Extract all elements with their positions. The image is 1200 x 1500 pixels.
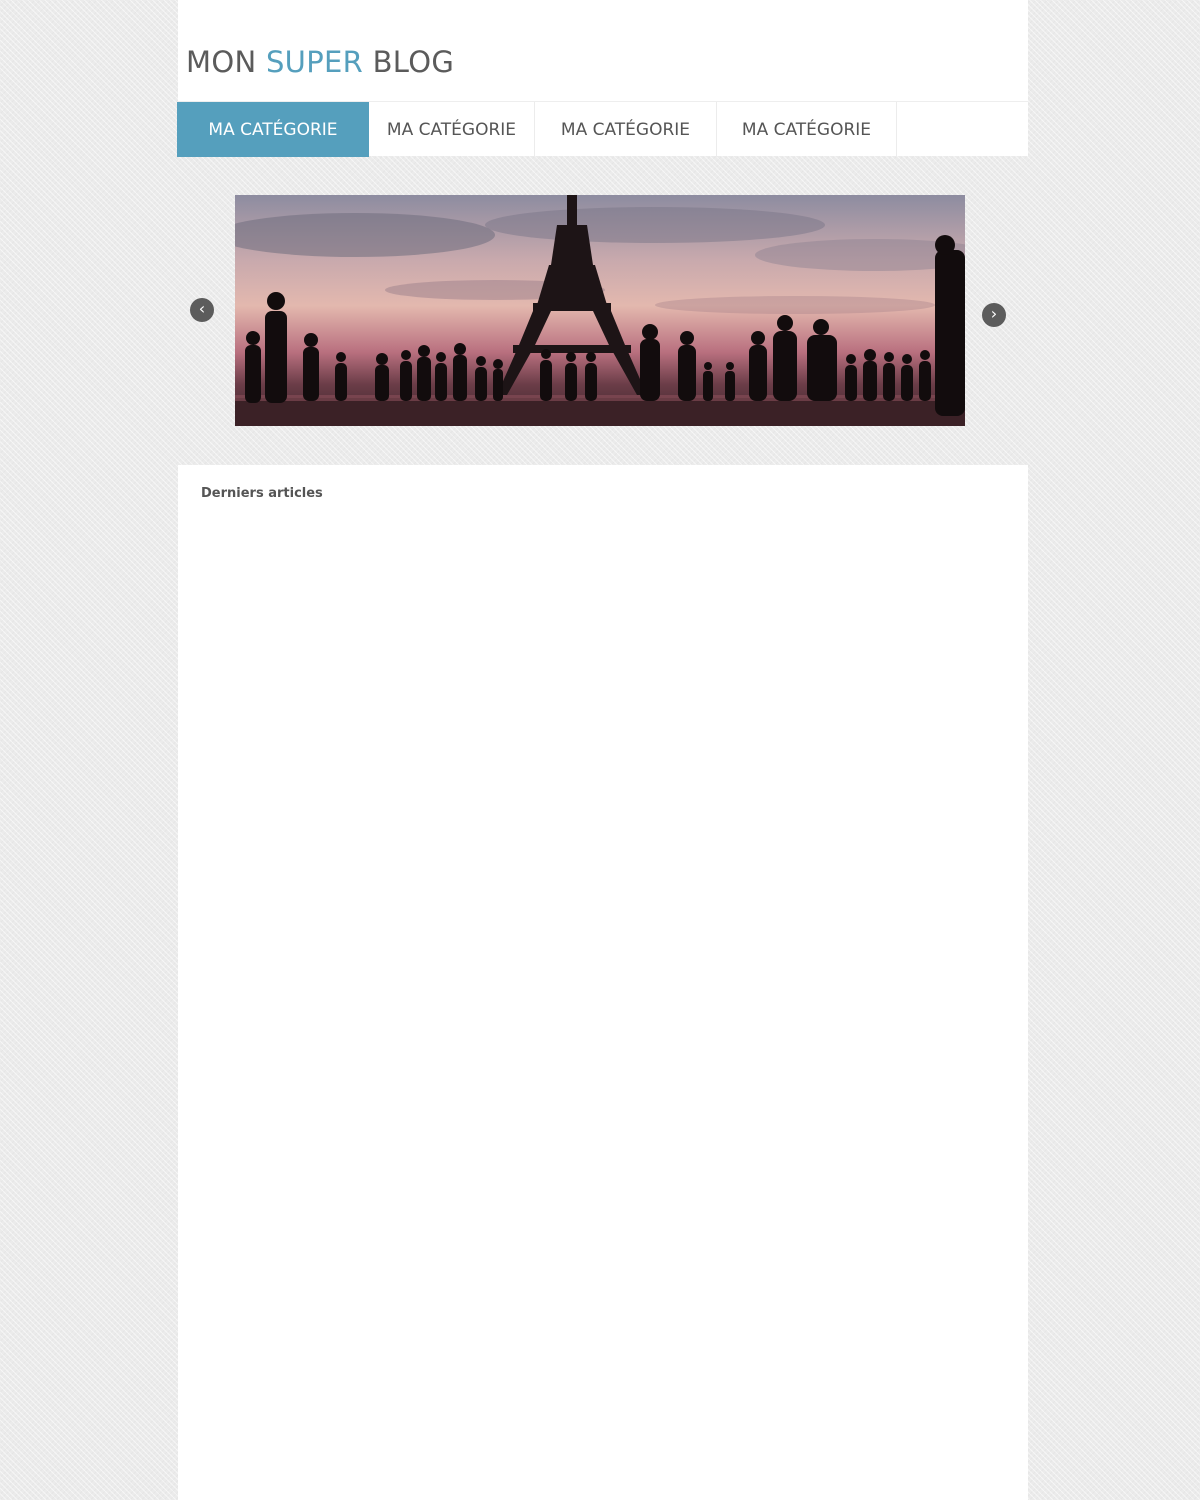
nav-item-category-2[interactable]: MA CATÉGORIE: [369, 102, 535, 157]
slider-prev-button[interactable]: ‹: [190, 298, 214, 322]
site-title-part1: MON: [186, 45, 266, 79]
eiffel-tower-image: [235, 195, 965, 426]
nav-item-category-4[interactable]: MA CATÉGORIE: [717, 102, 897, 157]
site-title-part2: BLOG: [363, 45, 455, 79]
image-slider: ‹ ›: [178, 156, 1028, 464]
site-title-accent: SUPER: [265, 45, 364, 79]
site-title[interactable]: MON SUPER BLOG: [186, 45, 454, 79]
main-content: Derniers articles: [178, 465, 1028, 1500]
page-container: MON SUPER BLOG MA CATÉGORIE MA CATÉGORIE…: [177, 0, 1028, 1500]
nav-item-category-3[interactable]: MA CATÉGORIE: [535, 102, 717, 157]
nav-item-category-1[interactable]: MA CATÉGORIE: [177, 102, 369, 157]
slider-next-button[interactable]: ›: [982, 303, 1006, 327]
main-nav: MA CATÉGORIE MA CATÉGORIE MA CATÉGORIE M…: [177, 101, 1028, 157]
latest-articles-heading: Derniers articles: [201, 486, 323, 501]
slider-image[interactable]: [235, 195, 965, 426]
site-header: MON SUPER BLOG: [178, 0, 1028, 101]
